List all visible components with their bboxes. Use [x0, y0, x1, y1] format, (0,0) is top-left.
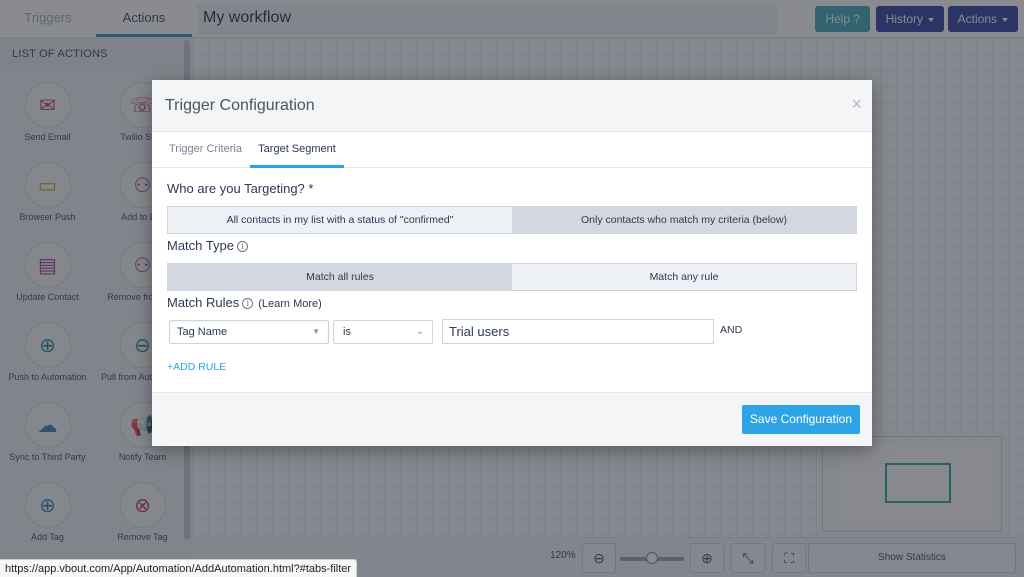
rule-value-input[interactable]	[442, 319, 714, 344]
option-match-any-rule[interactable]: Match any rule	[512, 264, 856, 290]
match-type-label: Match Type i	[167, 238, 248, 253]
targeting-label: Who are you Targeting? *	[167, 181, 314, 196]
info-icon[interactable]: i	[242, 298, 254, 309]
rule-field-select[interactable]: Tag Name ▼	[169, 320, 329, 344]
match-type-text: Match Type	[167, 238, 234, 253]
learn-more-link[interactable]: (Learn More)	[258, 298, 322, 310]
targeting-segmented-control: All contacts in my list with a status of…	[167, 206, 857, 234]
match-rules-label: Match Rules i (Learn More)	[167, 295, 322, 310]
trigger-configuration-modal: Trigger Configuration × Trigger Criteria…	[152, 80, 872, 446]
rule-field-value: Tag Name	[177, 326, 228, 338]
rule-row: Tag Name ▼ is ⌄ AND	[169, 319, 849, 344]
modal-footer: Save Configuration	[152, 392, 872, 446]
dropdown-arrow-icon: ▼	[312, 327, 320, 336]
close-icon[interactable]: ×	[851, 95, 862, 113]
match-rules-text: Match Rules	[167, 295, 240, 310]
option-criteria-contacts[interactable]: Only contacts who match my criteria (bel…	[512, 207, 856, 233]
rule-conjunction-label: AND	[720, 324, 743, 336]
rule-operator-value: is	[343, 326, 351, 338]
save-configuration-button[interactable]: Save Configuration	[741, 405, 860, 434]
tab-target-segment[interactable]: Target Segment	[250, 132, 344, 168]
tab-trigger-criteria[interactable]: Trigger Criteria	[169, 132, 242, 168]
rule-operator-select[interactable]: is ⌄	[333, 320, 433, 344]
modal-tabs: Trigger Criteria Target Segment	[152, 132, 872, 168]
option-match-all-rules[interactable]: Match all rules	[168, 264, 512, 290]
option-all-confirmed-contacts[interactable]: All contacts in my list with a status of…	[168, 207, 512, 233]
chevron-down-icon: ⌄	[415, 326, 424, 337]
modal-header: Trigger Configuration ×	[152, 80, 872, 132]
modal-title: Trigger Configuration	[165, 97, 315, 114]
match-type-segmented-control: Match all rules Match any rule	[167, 263, 857, 291]
info-icon[interactable]: i	[236, 241, 248, 252]
add-rule-link[interactable]: +ADD RULE	[167, 361, 226, 373]
status-bar-url: https://app.vbout.com/App/Automation/Add…	[0, 559, 358, 577]
modal-body: Who are you Targeting? * All contacts in…	[152, 168, 872, 392]
